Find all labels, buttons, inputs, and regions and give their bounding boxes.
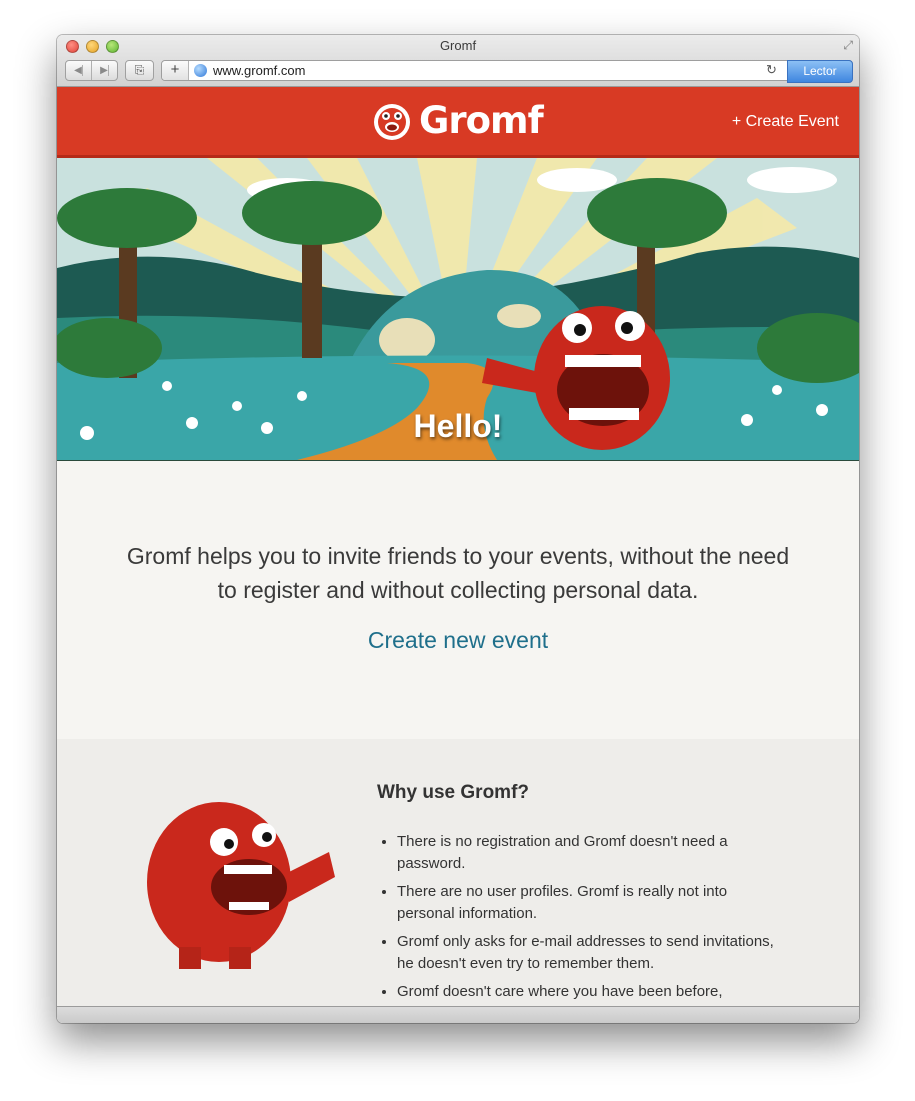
url-text[interactable]: www.gromf.com bbox=[213, 63, 305, 78]
monster-illustration bbox=[147, 802, 335, 969]
add-bookmark-button[interactable]: + bbox=[162, 61, 189, 80]
forward-arrow-icon: ▶ bbox=[100, 65, 109, 76]
share-button[interactable]: ⎘ bbox=[125, 60, 154, 81]
nav-buttons: ◀ ▶ bbox=[65, 60, 118, 81]
address-bar[interactable]: + www.gromf.com ↻ Lector bbox=[161, 60, 853, 83]
globe-icon bbox=[194, 64, 207, 77]
gromf-logo[interactable]: Gromf bbox=[371, 99, 544, 142]
list-item: Gromf doesn't care where you have been b… bbox=[397, 981, 777, 1003]
intro-section: Gromf helps you to invite friends to you… bbox=[57, 461, 859, 739]
forward-button[interactable]: ▶ bbox=[92, 61, 117, 80]
create-event-link[interactable]: + Create Event bbox=[732, 113, 839, 131]
fullscreen-icon[interactable]: ⤢ bbox=[843, 38, 853, 53]
reload-icon[interactable]: ↻ bbox=[766, 62, 777, 78]
browser-status-bar bbox=[57, 1006, 859, 1023]
list-item: There are no user profiles. Gromf is rea… bbox=[397, 881, 777, 925]
site-header: Gromf + Create Event bbox=[57, 87, 859, 158]
hero-banner: Hello! bbox=[57, 158, 859, 462]
list-item: Gromf only asks for e-mail addresses to … bbox=[397, 931, 777, 975]
browser-toolbar: Gromf ⤢ ◀ ▶ ⎘ + www.gromf.com ↻ Lector bbox=[57, 35, 859, 87]
why-title: Why use Gromf? bbox=[377, 782, 530, 803]
hero-greeting: Hello! bbox=[413, 408, 503, 444]
browser-window: Gromf ⤢ ◀ ▶ ⎘ + www.gromf.com ↻ Lector G… bbox=[57, 35, 859, 1023]
why-section: Why use Gromf? There is no registration … bbox=[57, 739, 859, 1006]
why-list: There is no registration and Gromf doesn… bbox=[379, 831, 777, 1009]
logo-text: Gromf bbox=[419, 99, 544, 142]
intro-text: Gromf helps you to invite friends to you… bbox=[126, 543, 790, 603]
share-icon: ⎘ bbox=[134, 63, 145, 77]
back-arrow-icon: ◀ bbox=[74, 65, 83, 76]
window-title: Gromf bbox=[439, 38, 477, 53]
monster-logo-icon bbox=[374, 103, 410, 140]
create-new-event-link[interactable]: Create new event bbox=[57, 627, 859, 654]
back-button[interactable]: ◀ bbox=[66, 61, 92, 80]
lector-button[interactable]: Lector bbox=[787, 60, 853, 83]
list-item: There is no registration and Gromf doesn… bbox=[397, 831, 777, 875]
